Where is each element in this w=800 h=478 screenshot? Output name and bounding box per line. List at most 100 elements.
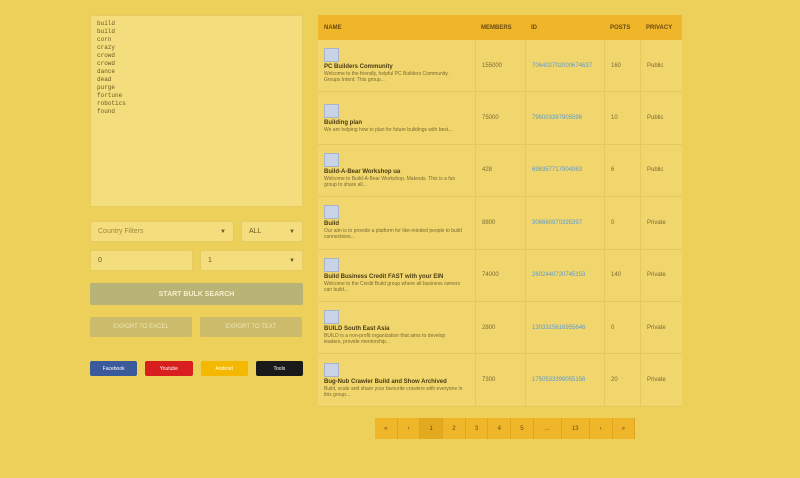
page-button[interactable]: 4 [488,418,512,439]
group-id-link[interactable]: 698357717904063 [525,144,604,197]
max-members-value: 1 [208,257,212,264]
pagination: «‹ 1 2 3 4 5... 13 ›» [375,418,636,439]
youtube-link[interactable]: Youtube [145,361,193,376]
tools-link[interactable]: Tools [255,361,303,376]
page-button[interactable]: » [612,418,636,439]
keyword-line: crazy [97,44,116,51]
group-name[interactable]: Build Business Credit FAST with your EIN [324,274,475,280]
group-name[interactable]: BUILD South East Asia [324,326,475,332]
chevron-down-icon: ▼ [220,228,226,235]
group-id-link[interactable]: 1750533399055156 [525,354,604,406]
posts-cell: 0 [604,197,640,249]
page-button[interactable]: 5 [511,418,534,439]
keyword-line: purge [97,84,116,91]
page-button[interactable]: 2 [443,418,466,439]
android-link[interactable]: Android [200,361,248,376]
start-bulk-search-button[interactable]: START BULK SEARCH [90,283,303,305]
table-row[interactable]: PC Builders Community Welcome to the frie… [318,40,682,93]
group-cell: Building plan We are helping how to plan … [318,92,475,143]
results-table: NAME MEMBERS ID POSTS PRIVACY PC Builder… [318,15,682,407]
header-name[interactable]: NAME [318,25,475,31]
group-description: Welcome to the friendly, helpful PC Buil… [324,71,449,84]
table-row[interactable]: Bug-Nub Crawler Build and Show Archived B… [318,354,682,407]
members-cell: 2800 [475,301,525,354]
group-name[interactable]: PC Builders Community [324,64,475,70]
type-filter-select[interactable]: ALL ▼ [241,221,303,242]
chevron-down-icon: ▼ [289,228,295,235]
group-description: We are helping how to plan for future bu… [324,126,453,133]
page-button[interactable]: ‹ [397,418,421,439]
header-privacy[interactable]: PRIVACY [640,25,682,31]
group-thumbnail[interactable] [324,362,339,377]
keyword-line: found [97,108,116,115]
table-row[interactable]: BUILD South East Asia BUILD is a non-prof… [318,301,682,355]
group-name[interactable]: Build [324,221,475,227]
group-cell: BUILD South East Asia BUILD is a non-prof… [318,302,475,353]
members-cell: 7300 [475,354,525,406]
chevron-down-icon: ▼ [289,257,295,264]
search-panel: build build corn crazy crowd crowd dance dead pu… [90,15,303,376]
group-description: Welcome to Build-A-Bear Workshop, Makeut… [324,175,456,188]
keyword-line: build [97,28,116,35]
privacy-cell: Private [640,197,682,249]
group-cell: Build-A-Bear Workshop ua Welcome to Build… [318,145,475,196]
header-posts[interactable]: POSTS [604,25,640,31]
privacy-cell: Private [640,249,682,301]
keyword-line: crowd [97,52,116,59]
group-thumbnail[interactable] [324,103,339,118]
group-id-link[interactable]: 306660970395397 [525,197,604,249]
export-text-button[interactable]: EXPORT TO TEXT [200,317,302,337]
keywords-textarea[interactable]: build build corn crazy crowd crowd dance dead pu… [90,15,303,207]
type-filter-value: ALL [249,228,262,235]
group-name[interactable]: Building plan [324,120,475,126]
table-row[interactable]: Building plan We are helping how to plan … [318,92,682,145]
header-id[interactable]: ID [525,25,604,31]
keyword-line: build [97,20,116,27]
group-name[interactable]: Bug-Nub Crawler Build and Show Archived [324,379,475,385]
group-thumbnail[interactable] [324,48,339,63]
min-members-value: 0 [98,257,102,264]
group-thumbnail[interactable] [324,205,339,220]
header-members[interactable]: MEMBERS [475,25,525,31]
group-description: Welcome to the Credit Build group where … [324,280,461,293]
page-button[interactable]: 13 [561,418,590,439]
table-row[interactable]: Build-A-Bear Workshop ua Welcome to Build… [318,144,682,198]
table-row[interactable]: Build Our aim is to provide a platform fo… [318,197,682,250]
posts-cell: 20 [604,354,640,406]
page-button[interactable]: 1 [420,418,444,439]
max-members-select[interactable]: 1 ▼ [200,250,303,271]
privacy-cell: Public [640,40,682,92]
members-cell: 155000 [475,40,525,92]
members-cell: 75000 [475,92,525,144]
privacy-cell: Public [640,144,682,197]
country-filter-select[interactable]: Country Filters ▼ [90,221,234,242]
group-cell: PC Builders Community Welcome to the frie… [318,40,475,91]
group-name[interactable]: Build-A-Bear Workshop ua [324,169,475,175]
page-button[interactable]: « [375,418,398,439]
table-row[interactable]: Build Business Credit FAST with your EIN… [318,249,682,302]
facebook-link[interactable]: Facebook [90,361,138,376]
members-cell: 74000 [475,249,525,301]
group-thumbnail[interactable] [324,152,339,167]
group-thumbnail[interactable] [324,257,339,272]
group-id-link[interactable]: 796003397905596 [525,92,604,144]
export-excel-button[interactable]: EXPORT TO EXCEL [90,317,192,337]
min-members-input[interactable]: 0 [90,250,193,271]
page-button[interactable]: › [589,418,613,439]
page-button[interactable]: ... [533,418,562,439]
group-thumbnail[interactable] [324,310,339,325]
group-cell: Build Our aim is to provide a platform fo… [318,197,475,248]
group-description: BUILD is a non-profit organization that … [324,333,446,346]
group-id-link[interactable]: 706402702000674637 [525,40,604,92]
keyword-line: crowd [97,60,116,67]
group-id-link[interactable]: 1303315616955646 [525,301,604,354]
privacy-cell: Private [640,301,682,354]
group-description: Build, scale and share your favourite cr… [324,385,463,398]
keyword-line: dead [97,76,112,83]
page-button[interactable]: 3 [465,418,489,439]
group-id-link[interactable]: 2602440720745153 [525,249,604,301]
keyword-line: dance [97,68,116,75]
keyword-line: corn [97,36,112,43]
table-header: NAME MEMBERS ID POSTS PRIVACY [318,15,682,40]
privacy-cell: Private [640,354,682,406]
